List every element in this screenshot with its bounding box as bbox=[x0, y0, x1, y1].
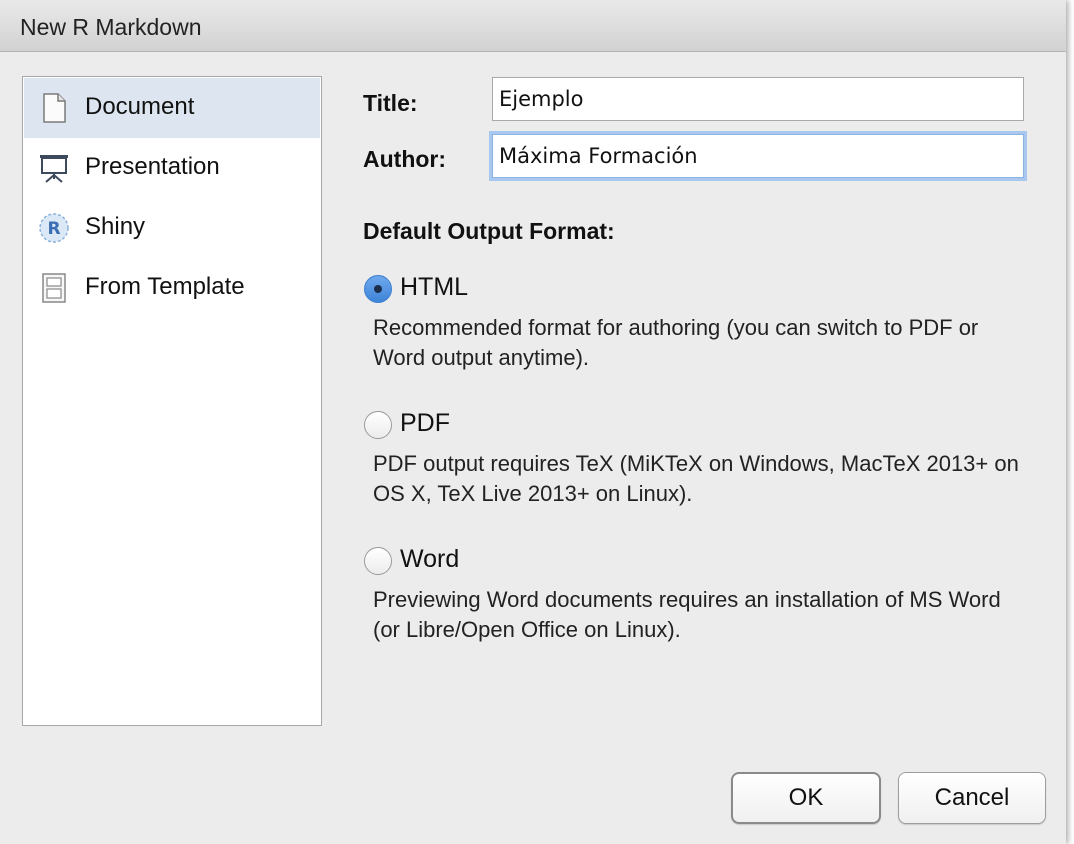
sidebar-item-shiny[interactable]: R Shiny bbox=[24, 198, 320, 258]
sidebar-item-presentation[interactable]: Presentation bbox=[24, 138, 320, 198]
default-output-format-heading: Default Output Format: bbox=[363, 218, 615, 244]
html-option-label[interactable]: HTML bbox=[400, 273, 468, 302]
sidebar-item-from-template[interactable]: From Template bbox=[24, 258, 320, 318]
svg-text:R: R bbox=[47, 219, 60, 239]
author-label: Author: bbox=[363, 146, 447, 172]
word-option-label[interactable]: Word bbox=[400, 545, 459, 574]
dialog-title: New R Markdown bbox=[20, 14, 202, 40]
sidebar-item-label: Shiny bbox=[85, 213, 146, 240]
word-option-description: Previewing Word documents requires an in… bbox=[373, 587, 1001, 642]
cancel-button[interactable]: Cancel bbox=[898, 772, 1046, 824]
dialog-titlebar: New R Markdown bbox=[0, 0, 1066, 52]
shiny-r-icon: R bbox=[38, 212, 70, 244]
sidebar-item-label: From Template bbox=[85, 273, 245, 300]
pdf-radio[interactable] bbox=[364, 411, 392, 439]
pdf-option-description: PDF output requires TeX (MiKTeX on Windo… bbox=[373, 451, 1019, 506]
html-option-description: Recommended format for authoring (you ca… bbox=[373, 315, 979, 370]
author-input[interactable] bbox=[492, 134, 1024, 178]
title-label: Title: bbox=[363, 90, 418, 116]
sidebar-item-document[interactable]: Document bbox=[24, 78, 320, 138]
title-input[interactable] bbox=[492, 77, 1024, 121]
sidebar-item-label: Document bbox=[85, 93, 195, 120]
word-radio[interactable] bbox=[364, 547, 392, 575]
sidebar-item-label: Presentation bbox=[85, 153, 220, 180]
new-r-markdown-dialog: New R Markdown Document Presentation R S… bbox=[0, 0, 1066, 844]
presentation-icon bbox=[38, 152, 70, 184]
format-type-list: Document Presentation R Shiny From Templ… bbox=[22, 76, 322, 726]
html-radio[interactable] bbox=[364, 275, 392, 303]
ok-button[interactable]: OK bbox=[731, 772, 881, 824]
pdf-option-label[interactable]: PDF bbox=[400, 409, 450, 438]
document-icon bbox=[38, 92, 70, 124]
template-icon bbox=[38, 272, 70, 304]
